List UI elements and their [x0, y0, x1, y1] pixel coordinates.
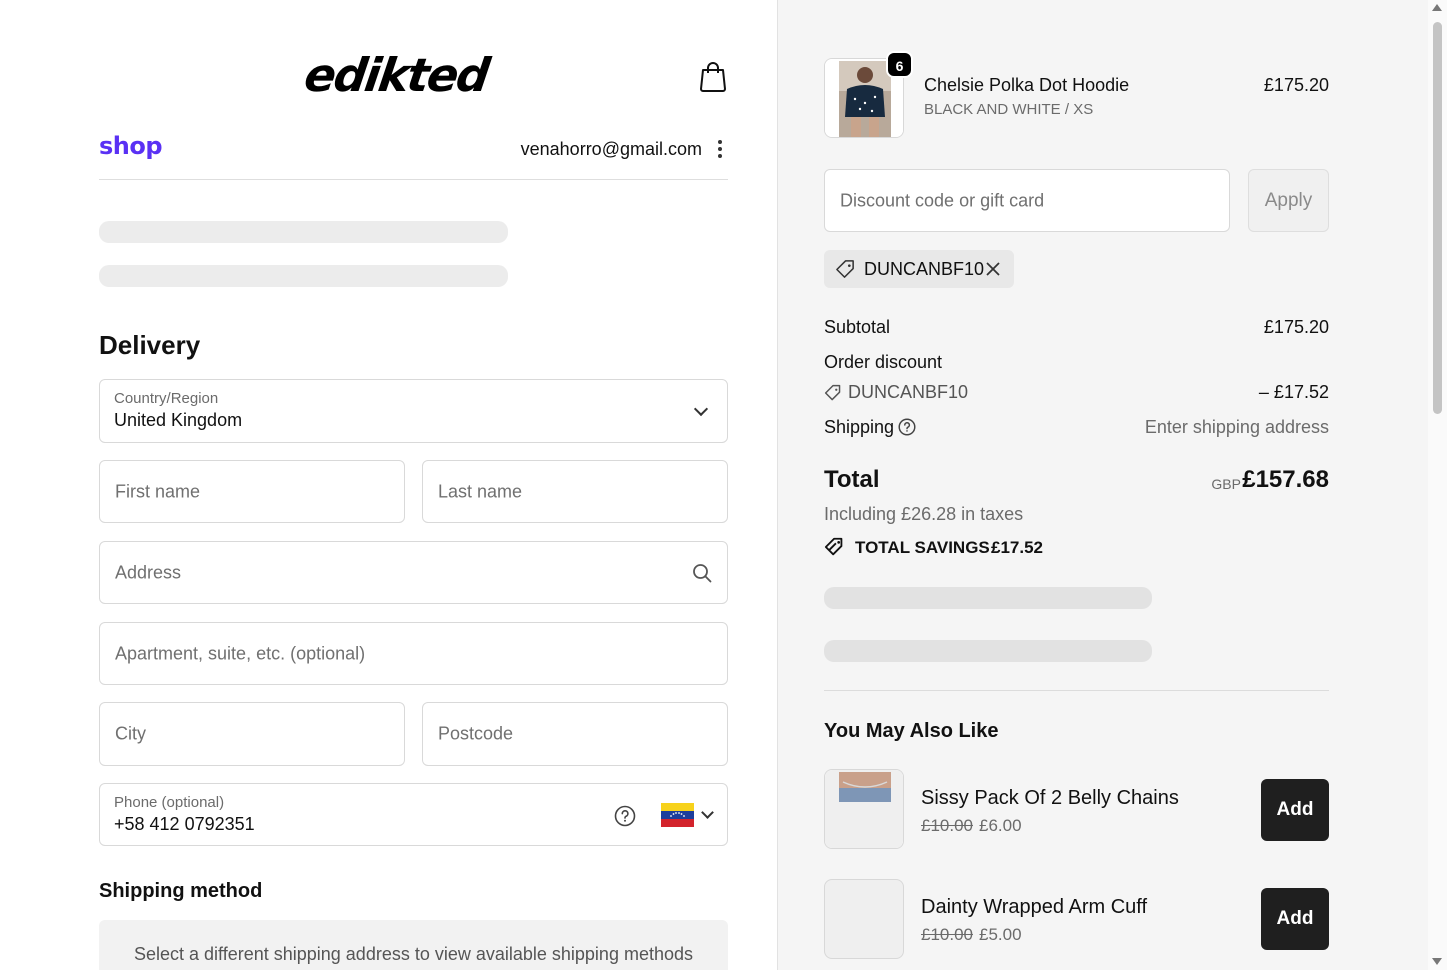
loading-placeholder: [99, 221, 508, 243]
postcode-field[interactable]: Postcode: [422, 702, 728, 766]
loading-placeholder: [99, 265, 508, 287]
help-circle-icon[interactable]: [898, 418, 916, 436]
upsell-thumbnail: [824, 769, 904, 849]
scroll-down-arrow-icon[interactable]: [1432, 958, 1442, 965]
shop-account-row: shop venahorro@gmail.com: [99, 130, 728, 180]
upsell-item-old-price: £10.00: [921, 925, 973, 944]
upsell-heading: You May Also Like: [824, 720, 999, 742]
scroll-up-arrow-icon[interactable]: [1432, 4, 1442, 11]
apartment-field[interactable]: Apartment, suite, etc. (optional): [99, 622, 728, 685]
shipping-value: Enter shipping address: [1144, 417, 1329, 437]
upsell-item-old-price: £10.00: [921, 816, 973, 835]
subtotal-value: £175.20: [1263, 317, 1329, 337]
shopping-bag-icon[interactable]: [698, 60, 728, 92]
kebab-menu-icon[interactable]: [716, 140, 724, 160]
upsell-item-price: £6.00: [979, 816, 1022, 835]
account-email: venahorro@gmail.com: [520, 139, 702, 159]
phone-label: Phone (optional): [114, 794, 225, 811]
loading-placeholder: [824, 587, 1152, 609]
tag-icon: [824, 384, 841, 401]
total-currency: GBP: [1211, 476, 1241, 492]
phone-value: +58 412 0792351: [114, 814, 255, 834]
scrollbar-thumb[interactable]: [1433, 22, 1442, 414]
apply-discount-button[interactable]: Apply: [1248, 169, 1329, 232]
chevron-down-icon: [693, 401, 709, 417]
applied-code: DUNCANBF10: [864, 259, 985, 279]
total-value: £157.68: [1242, 466, 1329, 493]
phone-field[interactable]: Phone (optional) +58 412 0792351: [99, 783, 728, 846]
help-circle-icon[interactable]: [614, 805, 636, 827]
country-select[interactable]: Country/Region United Kingdom: [99, 379, 728, 443]
shipping-method-heading: Shipping method: [99, 880, 263, 902]
add-upsell-button[interactable]: Add: [1261, 779, 1329, 841]
order-discount-label: Order discount: [824, 352, 943, 372]
country-value: United Kingdom: [114, 410, 243, 430]
tag-icon: [836, 260, 854, 278]
total-label: Total: [824, 466, 880, 493]
applied-discount-chip: DUNCANBF10: [824, 250, 1014, 288]
upsell-item-name: Dainty Wrapped Arm Cuff: [921, 896, 1148, 918]
product-name: Chelsie Polka Dot Hoodie: [924, 75, 1130, 95]
address-field[interactable]: Address: [99, 541, 728, 604]
discount-code-input[interactable]: Discount code or gift card: [824, 169, 1230, 232]
store-logo[interactable]: edikted: [301, 44, 523, 106]
upsell-item-price: £5.00: [979, 925, 1022, 944]
search-icon: [693, 564, 712, 583]
order-discount-code: DUNCANBF10: [848, 382, 969, 402]
section-divider: [824, 690, 1329, 691]
chevron-down-icon[interactable]: [701, 806, 714, 819]
upsell-thumbnail: [824, 879, 904, 959]
shipping-method-notice: Select a different shipping address to v…: [99, 920, 728, 970]
checkout-main: edikted shop venahorro@gmail.com Deliver…: [0, 0, 777, 970]
total-savings-value: £17.52: [991, 538, 1043, 557]
shipping-label: Shipping: [824, 417, 895, 437]
add-upsell-button[interactable]: Add: [1261, 888, 1329, 950]
venezuela-flag-icon[interactable]: [661, 803, 694, 827]
last-name-field[interactable]: Last name: [422, 460, 728, 523]
subtotal-label: Subtotal: [824, 317, 891, 337]
quantity-badge: 6: [886, 51, 913, 78]
first-name-field[interactable]: First name: [99, 460, 405, 523]
city-field[interactable]: City: [99, 702, 405, 766]
shop-pay-logo: shop: [99, 132, 163, 160]
savings-tag-icon: [824, 537, 843, 556]
order-discount-value: – £17.52: [1258, 382, 1329, 402]
upsell-item-name: Sissy Pack Of 2 Belly Chains: [921, 787, 1179, 809]
page-scrollbar[interactable]: [1428, 0, 1447, 970]
close-icon[interactable]: [986, 262, 1000, 276]
country-label: Country/Region: [114, 390, 219, 407]
product-variant: BLACK AND WHITE / XS: [924, 101, 1094, 118]
upsell-image: [825, 770, 903, 848]
delivery-heading: Delivery: [99, 330, 201, 360]
taxes-note: Including £26.28 in taxes: [824, 504, 1024, 524]
product-price: £175.20: [1263, 75, 1329, 95]
loading-placeholder: [824, 640, 1152, 662]
total-savings-label: TOTAL SAVINGS: [855, 538, 990, 557]
